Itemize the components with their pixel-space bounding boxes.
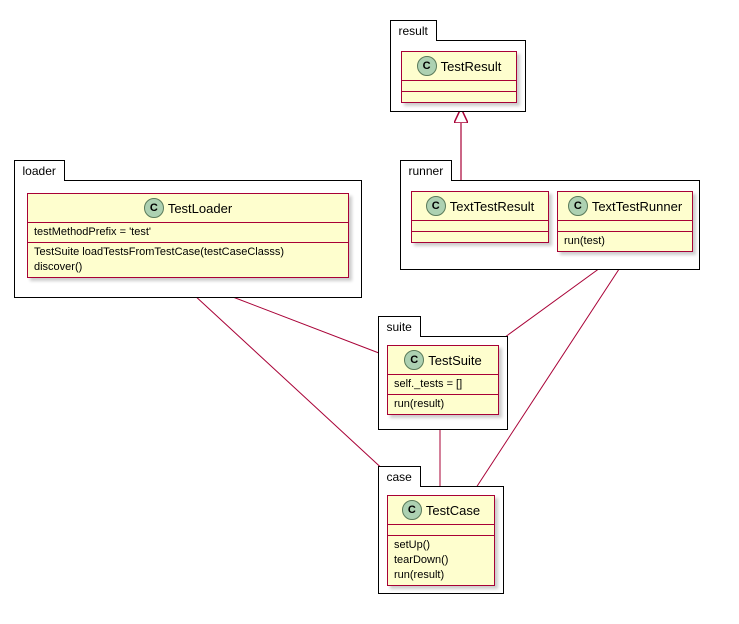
- attr: self._tests = []: [394, 377, 492, 392]
- class-name-TestCase: TestCase: [426, 503, 480, 518]
- connectors-layer: [0, 0, 739, 624]
- method: run(test): [564, 234, 686, 249]
- package-tab-runner: runner: [400, 160, 453, 181]
- attr: testMethodPrefix = 'test': [34, 225, 342, 240]
- package-tab-result: result: [390, 20, 437, 41]
- package-case: case C TestCase setUp() tearDown() run(r…: [378, 486, 504, 594]
- package-suite: suite C TestSuite self._tests = [] run(r…: [378, 336, 508, 430]
- class-icon: C: [402, 500, 422, 520]
- class-icon: C: [404, 350, 424, 370]
- package-tab-case: case: [378, 466, 421, 487]
- class-name-TextTestRunner: TextTestRunner: [592, 199, 682, 214]
- method: run(result): [394, 568, 488, 583]
- attrs-TestLoader: testMethodPrefix = 'test': [28, 223, 348, 242]
- class-TextTestRunner: C TextTestRunner run(test): [557, 191, 693, 252]
- methods-TestLoader: TestSuite loadTestsFromTestCase(testCase…: [28, 243, 348, 277]
- class-name-TestSuite: TestSuite: [428, 353, 481, 368]
- method: setUp(): [394, 538, 488, 553]
- class-name-TestResult: TestResult: [441, 59, 502, 74]
- package-runner: runner C TextTestResult C TextTestRunner…: [400, 180, 700, 270]
- class-icon: C: [426, 196, 446, 216]
- attrs-TestSuite: self._tests = []: [388, 375, 498, 394]
- method: TestSuite loadTestsFromTestCase(testCase…: [34, 245, 342, 260]
- method: discover(): [34, 260, 342, 275]
- methods-TestSuite: run(result): [388, 395, 498, 414]
- method: run(result): [394, 397, 492, 412]
- class-icon: C: [144, 198, 164, 218]
- methods-TextTestRunner: run(test): [558, 232, 692, 251]
- methods-TestCase: setUp() tearDown() run(result): [388, 536, 494, 585]
- class-TestLoader: C TestLoader testMethodPrefix = 'test' T…: [27, 193, 349, 278]
- package-loader: loader C TestLoader testMethodPrefix = '…: [14, 180, 362, 298]
- class-TextTestResult: C TextTestResult: [411, 191, 549, 243]
- class-icon: C: [417, 56, 437, 76]
- package-tab-loader: loader: [14, 160, 65, 181]
- class-name-TextTestResult: TextTestResult: [450, 199, 535, 214]
- class-TestResult: C TestResult: [401, 51, 517, 103]
- class-icon: C: [568, 196, 588, 216]
- method: tearDown(): [394, 553, 488, 568]
- package-tab-suite: suite: [378, 316, 421, 337]
- package-result: result C TestResult: [390, 40, 526, 112]
- class-name-TestLoader: TestLoader: [168, 201, 232, 216]
- class-TestSuite: C TestSuite self._tests = [] run(result): [387, 345, 499, 415]
- class-TestCase: C TestCase setUp() tearDown() run(result…: [387, 495, 495, 586]
